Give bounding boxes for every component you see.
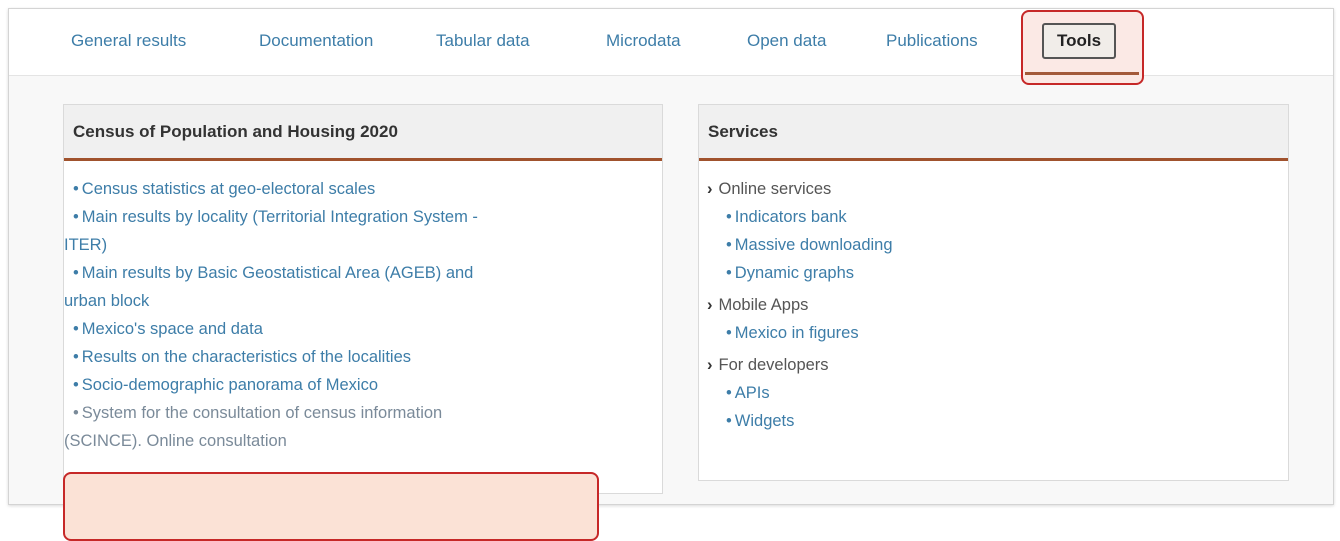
chevron-right-icon: › [707,180,713,198]
link-results-localities[interactable]: • Results on the characteristics of the l… [73,343,478,371]
scince-highlight [63,472,599,541]
tab-tools[interactable]: Tools [1042,23,1116,59]
tab-bar: General results Documentation Tabular da… [9,9,1333,85]
tab-publications[interactable]: Publications [886,31,978,51]
tab-open-data[interactable]: Open data [747,31,826,51]
page-container: General results Documentation Tabular da… [8,8,1334,541]
group-online-services[interactable]: › Online services [707,175,893,203]
census-panel: Census of Population and Housing 2020 • C… [63,104,663,541]
group-for-developers[interactable]: › For developers [707,351,893,379]
link-massive-downloading[interactable]: • Massive downloading [726,231,893,259]
link-census-geo-electoral[interactable]: • Census statistics at geo-electoral scal… [73,175,478,203]
census-link-list: • Census statistics at geo-electoral scal… [63,175,599,541]
link-dynamic-graphs[interactable]: • Dynamic graphs [726,259,893,287]
tab-general-results[interactable]: General results [71,31,186,51]
chevron-right-icon: › [707,296,713,314]
link-scince-consultation[interactable]: • System for the consultation of census i… [64,399,478,455]
link-mexico-space-data[interactable]: • Mexico's space and data [73,315,478,343]
tab-microdata[interactable]: Microdata [606,31,681,51]
services-panel: Services › Online services • Indicators ba… [698,104,1289,481]
link-widgets[interactable]: • Widgets [726,407,893,435]
tab-tabular-data[interactable]: Tabular data [436,31,530,51]
link-main-results-ageb[interactable]: • Main results by Basic Geostatistical Ar… [64,259,478,315]
link-main-results-locality[interactable]: • Main results by locality (Territorial I… [64,203,478,259]
active-tab-indicator [1025,72,1139,75]
services-list: › Online services • Indicators bank • Massi… [707,175,893,435]
link-apis[interactable]: • APIs [726,379,893,407]
tab-documentation[interactable]: Documentation [259,31,373,51]
group-mobile-apps[interactable]: › Mobile Apps [707,291,893,319]
link-mexico-in-figures[interactable]: • Mexico in figures [726,319,893,347]
services-panel-title: Services [699,105,1288,161]
census-panel-title: Census of Population and Housing 2020 [64,105,662,161]
link-indicators-bank[interactable]: • Indicators bank [726,203,893,231]
chevron-right-icon: › [707,356,713,374]
link-socio-demographic-panorama[interactable]: • Socio-demographic panorama of Mexico [73,371,478,399]
